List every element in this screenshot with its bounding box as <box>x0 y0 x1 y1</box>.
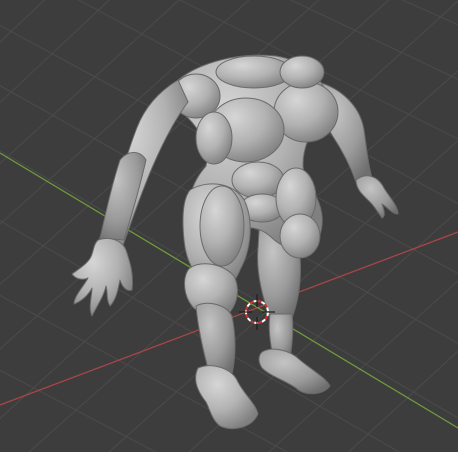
3d-viewport[interactable] <box>0 0 458 452</box>
viewport-canvas[interactable] <box>0 0 458 452</box>
hip-mass <box>279 213 321 259</box>
upper-back-mass <box>279 55 325 89</box>
right-quad <box>199 185 245 267</box>
chest-right <box>195 111 233 165</box>
